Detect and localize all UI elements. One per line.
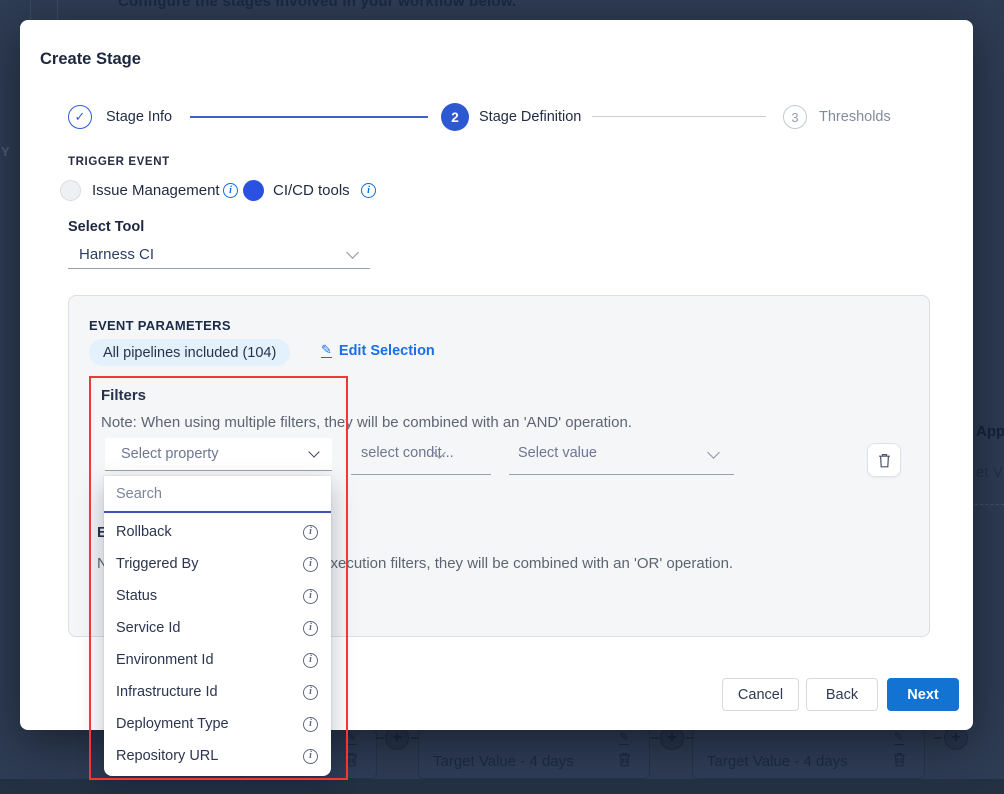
chevron-down-icon (707, 446, 720, 459)
next-button[interactable]: Next (887, 678, 959, 711)
bg-page-heading: Configure the stages involved in your wo… (118, 0, 516, 10)
select-value-dropdown[interactable]: Select value (518, 445, 597, 461)
dropdown-item[interactable]: Repository URL i (104, 740, 331, 772)
dropdown-item[interactable]: Environment Id i (104, 644, 331, 676)
bg-dashed-connector (975, 504, 1004, 505)
step-number: 3 (791, 110, 798, 125)
step-number: 2 (451, 110, 459, 125)
dropdown-item-label: Deployment Type (116, 716, 229, 732)
bg-text-fragment: Y (1, 144, 10, 159)
dropdown-item-label: Rollback (116, 524, 172, 540)
bg-dashed-connector (651, 737, 659, 739)
select-tool-value[interactable]: Harness CI (79, 246, 154, 263)
bg-divider (30, 0, 31, 20)
info-icon[interactable]: i (303, 621, 318, 636)
info-icon[interactable]: i (303, 717, 318, 732)
info-icon[interactable]: i (303, 749, 318, 764)
bg-card-label: Target Value - 4 days (707, 753, 848, 770)
bg-text-fragment: Appr (976, 423, 1004, 440)
info-icon[interactable]: i (303, 557, 318, 572)
event-parameters-heading: EVENT PARAMETERS (89, 318, 231, 333)
chevron-down-icon (308, 446, 319, 457)
page: Configure the stages involved in your wo… (0, 0, 1004, 794)
search-input[interactable] (104, 476, 331, 513)
edit-selection-label: Edit Selection (339, 343, 435, 359)
select-value-underline (509, 474, 734, 475)
radio-label-issue-management: Issue Management (92, 182, 220, 199)
edit-selection-link[interactable]: ✎ Edit Selection (321, 343, 435, 359)
dropdown-item-label: Infrastructure Id (116, 684, 218, 700)
trigger-event-label: TRIGGER EVENT (68, 156, 170, 168)
bg-card-label: Target Value - 4 days (433, 753, 574, 770)
dropdown-item[interactable]: Infrastructure Id i (104, 676, 331, 708)
dropdown-item-label: Status (116, 588, 157, 604)
bg-dashed-connector (686, 737, 694, 739)
trash-icon (878, 453, 891, 468)
property-dropdown-list: Rollback i Triggered By i Status i Servi… (104, 513, 331, 772)
step-label-stage-definition: Stage Definition (479, 109, 581, 125)
chevron-down-icon (346, 246, 359, 259)
radio-cicd-tools[interactable] (243, 180, 264, 201)
step-label-stage-info: Stage Info (106, 109, 172, 125)
filters-note: Note: When using multiple filters, they … (101, 414, 632, 431)
cancel-button[interactable]: Cancel (722, 678, 799, 711)
dropdown-item[interactable]: Deployment Type i (104, 708, 331, 740)
info-icon[interactable]: i (303, 653, 318, 668)
dropdown-item[interactable]: Triggered By i (104, 548, 331, 580)
select-condition-underline (351, 474, 491, 475)
bg-footer-strip (0, 779, 1004, 794)
dropdown-item-label: Triggered By (116, 556, 198, 572)
edit-icon: ✎ (894, 731, 904, 745)
bg-text-fragment: et V (976, 464, 1003, 481)
step-label-thresholds: Thresholds (819, 109, 891, 125)
check-icon: ✓ (75, 109, 86, 125)
step-stage-info[interactable]: ✓ (68, 105, 92, 129)
info-icon[interactable]: i (303, 525, 318, 540)
edit-icon: ✎ (321, 344, 332, 358)
bg-stage-card: Target Value - 4 days ✎ (692, 728, 925, 779)
stepper-connector (190, 116, 428, 118)
dropdown-item-label: Service Id (116, 620, 180, 636)
select-property-placeholder: Select property (121, 446, 219, 462)
step-thresholds[interactable]: 3 (783, 105, 807, 129)
dropdown-item[interactable]: Service Id i (104, 612, 331, 644)
dropdown-item[interactable]: Rollback i (104, 516, 331, 548)
edit-icon: ✎ (619, 731, 629, 745)
select-tool-underline (68, 268, 370, 269)
select-property-dropdown[interactable]: Select property (105, 438, 332, 471)
trash-icon (893, 752, 906, 772)
dropdown-item-label: Environment Id (116, 652, 214, 668)
bg-stage-card: Target Value - 4 days ✎ (418, 728, 650, 779)
pipelines-included-badge: All pipelines included (104) (89, 339, 290, 366)
trash-icon (618, 752, 631, 772)
bg-dashed-connector (376, 737, 384, 739)
stepper-connector (592, 116, 766, 117)
radio-issue-management[interactable] (60, 180, 81, 201)
bg-dashed-connector (411, 737, 419, 739)
step-stage-definition[interactable]: 2 (441, 103, 469, 131)
edit-icon: ✎ (346, 731, 356, 745)
info-icon[interactable]: i (303, 685, 318, 700)
radio-label-cicd-tools: CI/CD tools (273, 182, 350, 199)
modal-title: Create Stage (40, 50, 141, 69)
trash-icon (345, 752, 358, 772)
back-button[interactable]: Back (806, 678, 878, 711)
bg-dashed-connector (934, 737, 942, 739)
dropdown-item[interactable]: Status i (104, 580, 331, 612)
property-dropdown-panel: Rollback i Triggered By i Status i Servi… (104, 476, 331, 776)
info-icon[interactable]: i (223, 183, 238, 198)
info-icon[interactable]: i (303, 589, 318, 604)
delete-filter-button[interactable] (867, 443, 901, 477)
dropdown-item-label: Repository URL (116, 748, 218, 764)
bg-divider (57, 0, 58, 20)
select-tool-label: Select Tool (68, 219, 144, 235)
filters-heading: Filters (101, 387, 146, 404)
info-icon[interactable]: i (361, 183, 376, 198)
